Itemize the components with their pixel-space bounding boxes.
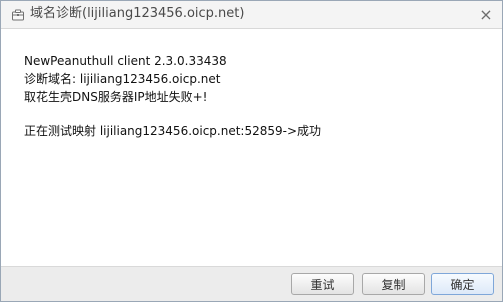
client-version-text: NewPeanuthull client 2.3.0.33438 bbox=[24, 54, 227, 68]
close-icon[interactable]: × bbox=[478, 7, 494, 23]
diagnosed-domain-text: 诊断域名: lijiliang123456.oicp.net bbox=[24, 72, 221, 86]
dialog-footer: 重试 复制 确定 bbox=[1, 266, 502, 301]
toolbox-icon bbox=[12, 9, 24, 21]
ok-button[interactable]: 确定 bbox=[431, 273, 494, 295]
dns-ip-failure-text: 取花生壳DNS服务器IP地址失败+! bbox=[24, 90, 208, 104]
copy-button[interactable]: 复制 bbox=[362, 273, 425, 295]
diagnostic-dialog: 域名诊断(lijiliang123456.oicp.net) × NewPean… bbox=[0, 0, 503, 302]
mapping-test-result-text: 正在测试映射 lijiliang123456.oicp.net:52859->成… bbox=[24, 124, 322, 138]
window-title: 域名诊断(lijiliang123456.oicp.net) bbox=[30, 6, 245, 21]
diagnostic-content: NewPeanuthull client 2.3.0.33438 诊断域名: l… bbox=[1, 29, 502, 266]
title-bar[interactable]: 域名诊断(lijiliang123456.oicp.net) × bbox=[1, 1, 502, 29]
retry-button[interactable]: 重试 bbox=[291, 273, 354, 295]
